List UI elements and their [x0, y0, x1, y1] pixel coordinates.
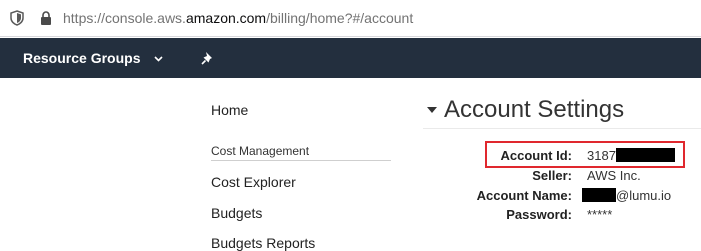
redaction-bar — [615, 148, 675, 162]
password-label: Password: — [506, 207, 572, 222]
password-value: ***** — [587, 207, 613, 222]
account-id-row: Account Id: — [0, 148, 573, 164]
chevron-down-icon — [154, 56, 163, 62]
account-settings-header[interactable]: Account Settings — [423, 92, 701, 129]
account-id-label: Account Id: — [500, 148, 573, 163]
account-id-value: 3187 — [587, 148, 675, 163]
url-prefix: https://console.aws. — [63, 10, 186, 26]
browser-url-bar[interactable]: https://console.aws.amazon.com/billing/h… — [0, 0, 701, 37]
url-text[interactable]: https://console.aws.amazon.com/billing/h… — [63, 9, 413, 27]
url-suffix: /billing/home?#/account — [266, 10, 414, 26]
account-name-label: Account Name: — [476, 188, 572, 203]
shield-icon[interactable] — [10, 10, 24, 26]
sidebar-item-home[interactable]: Home — [211, 102, 248, 118]
account-name-row: Account Name: — [0, 188, 572, 204]
seller-value: AWS Inc. — [587, 168, 641, 183]
aws-top-nav: Resource Groups — [0, 38, 701, 78]
resource-groups-label: Resource Groups — [23, 50, 141, 66]
url-domain: amazon.com — [185, 10, 267, 26]
resource-groups-menu[interactable]: Resource Groups — [23, 38, 163, 78]
page-title: Account Settings — [444, 96, 625, 123]
seller-label: Seller: — [532, 168, 572, 183]
seller-row: Seller: — [0, 168, 572, 184]
pin-icon[interactable] — [200, 50, 216, 66]
lock-icon[interactable] — [40, 10, 52, 26]
password-row: Password: — [0, 207, 572, 223]
account-name-value: @lumu.io — [582, 188, 671, 203]
collapse-triangle-icon[interactable] — [426, 104, 438, 116]
redaction-bar — [582, 188, 616, 202]
sidebar-item-budgets-reports[interactable]: Budgets Reports — [211, 235, 315, 251]
